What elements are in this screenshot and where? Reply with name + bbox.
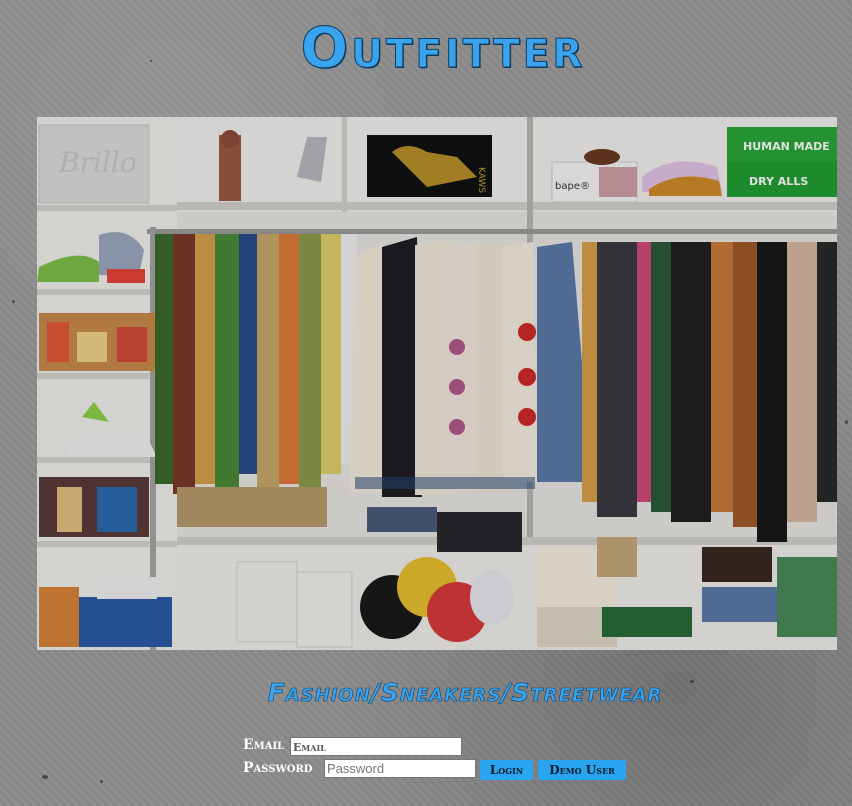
login-button[interactable]: Login [480, 760, 533, 780]
texture-speck [845, 420, 848, 424]
app-title: Outfitter [300, 16, 586, 82]
email-label: Email [243, 737, 285, 753]
tagline: Fashion/Sneakers/Streetwear [267, 678, 663, 708]
texture-speck [100, 780, 103, 783]
email-field[interactable] [290, 737, 462, 756]
hero-image: Brillo KAWS bape® HUMAN MADE DRY ALLS [37, 117, 837, 650]
password-field[interactable] [324, 759, 476, 778]
demo-user-button[interactable]: Demo User [538, 760, 626, 780]
password-label: Password [243, 760, 313, 776]
texture-speck [12, 300, 15, 303]
texture-speck [42, 775, 48, 779]
